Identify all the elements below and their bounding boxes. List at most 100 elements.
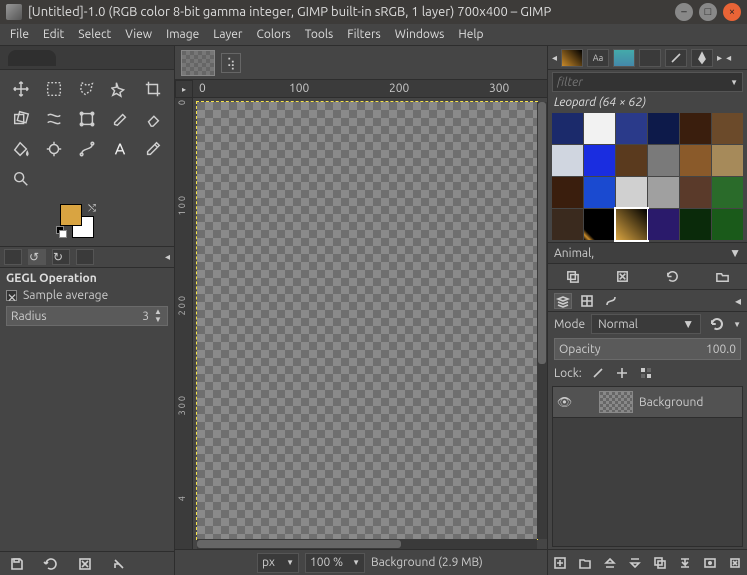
vertical-scrollbar[interactable]	[537, 102, 547, 539]
fonts-tab[interactable]: Aa	[587, 49, 609, 67]
opacity-slider[interactable]: Opacity 100.0	[554, 338, 741, 360]
gradients-tab[interactable]	[639, 49, 661, 67]
duplicate-layer-icon[interactable]	[651, 554, 669, 572]
filter-dropdown-icon[interactable]: ▼	[730, 78, 738, 87]
new-layer-icon[interactable]	[551, 554, 569, 572]
save-options-icon[interactable]	[8, 555, 26, 573]
refresh-patterns-icon[interactable]	[663, 268, 681, 286]
tool-eraser[interactable]	[139, 106, 168, 132]
tab-menu-icon[interactable]: ◂	[726, 52, 731, 64]
tool-smudge[interactable]	[39, 136, 68, 162]
tool-options-tab[interactable]	[4, 249, 22, 265]
delete-options-icon[interactable]	[76, 555, 94, 573]
mode-switch-icon[interactable]	[707, 314, 727, 334]
images-tab[interactable]	[76, 249, 94, 265]
tab-scroll-right[interactable]: ▸	[717, 52, 722, 64]
merge-layer-icon[interactable]	[676, 554, 694, 572]
swap-colors-icon[interactable]: ⤭	[88, 202, 96, 214]
foreground-color-swatch[interactable]	[60, 204, 82, 226]
tool-paintbrush[interactable]	[106, 106, 135, 132]
tool-paths[interactable]	[72, 136, 101, 162]
tool-color-picker[interactable]	[139, 136, 168, 162]
document-history-tab[interactable]	[613, 49, 635, 67]
layer-name[interactable]: Background	[639, 396, 703, 409]
menu-help[interactable]: Help	[458, 28, 483, 41]
pattern-swatch[interactable]	[552, 145, 583, 176]
channels-tab[interactable]	[578, 293, 596, 309]
horizontal-scrollbar[interactable]	[197, 539, 537, 549]
restore-options-icon[interactable]	[42, 555, 60, 573]
menu-windows[interactable]: Windows	[395, 28, 445, 41]
vertical-ruler[interactable]: 01 0 02 0 03 0 04	[175, 98, 193, 549]
reset-options-icon[interactable]	[110, 555, 128, 573]
pattern-filter-input[interactable]	[557, 76, 730, 89]
pattern-swatch[interactable]	[680, 113, 711, 144]
pattern-swatch[interactable]	[648, 209, 679, 240]
paths-tab[interactable]	[602, 293, 620, 309]
pattern-swatch[interactable]	[552, 209, 583, 240]
tool-free-select[interactable]	[72, 76, 101, 102]
new-layer-group-icon[interactable]	[576, 554, 594, 572]
unit-select[interactable]: px▼	[257, 553, 299, 573]
tab-scroll-left[interactable]: ◂	[552, 52, 557, 64]
canvas[interactable]	[197, 102, 537, 539]
open-pattern-folder-icon[interactable]	[713, 268, 731, 286]
pattern-swatch[interactable]	[712, 113, 743, 144]
pattern-swatch[interactable]	[552, 113, 583, 144]
pattern-swatch[interactable]	[584, 177, 615, 208]
layer-mode-select[interactable]: Normal ▼	[591, 314, 701, 334]
menu-tools[interactable]: Tools	[305, 28, 334, 41]
pattern-category-select[interactable]: Animal, ▼	[548, 242, 747, 264]
pattern-swatch[interactable]	[648, 145, 679, 176]
image-tab-close[interactable]: ⢵	[221, 53, 241, 73]
tab-menu-icon[interactable]: ◂	[165, 251, 170, 263]
pattern-swatch[interactable]	[616, 113, 647, 144]
tab-menu-icon[interactable]: ◂	[735, 294, 741, 308]
window-maximize-button[interactable]: □	[699, 3, 717, 21]
menu-select[interactable]: Select	[78, 28, 111, 41]
mask-layer-icon[interactable]	[701, 554, 719, 572]
pattern-swatch[interactable]	[616, 145, 647, 176]
lock-position-icon[interactable]	[614, 365, 630, 381]
layer-item[interactable]: 👁 Background	[553, 387, 742, 418]
radius-field[interactable]: Radius 3 ▲ ▼	[6, 306, 168, 326]
pattern-swatch[interactable]	[648, 113, 679, 144]
menu-edit[interactable]: Edit	[43, 28, 64, 41]
tool-warp[interactable]	[39, 106, 68, 132]
lock-pixels-icon[interactable]	[590, 365, 606, 381]
pattern-swatch[interactable]	[680, 209, 711, 240]
raise-layer-icon[interactable]	[601, 554, 619, 572]
chevron-down-icon[interactable]: ▼	[733, 320, 741, 329]
pattern-swatch[interactable]	[712, 177, 743, 208]
sample-average-checkbox[interactable]: ✕	[6, 290, 17, 301]
layers-tab[interactable]	[554, 293, 572, 309]
menu-view[interactable]: View	[125, 28, 152, 41]
lock-alpha-icon[interactable]	[638, 365, 654, 381]
window-close-button[interactable]: ×	[723, 3, 741, 21]
paint-dynamics-tab[interactable]	[691, 49, 713, 67]
pattern-swatch[interactable]	[712, 145, 743, 176]
lower-layer-icon[interactable]	[626, 554, 644, 572]
layer-thumbnail[interactable]	[599, 391, 633, 413]
delete-layer-icon[interactable]	[726, 554, 744, 572]
pattern-filter[interactable]: ▼	[552, 72, 743, 92]
pattern-swatch[interactable]	[616, 209, 647, 240]
ruler-origin[interactable]: ▸	[175, 80, 193, 98]
window-minimize-button[interactable]: –	[675, 3, 693, 21]
v-scroll-thumb[interactable]	[538, 102, 546, 364]
image-tab[interactable]	[181, 50, 215, 76]
tool-zoom[interactable]	[6, 166, 35, 192]
reset-colors-icon[interactable]	[56, 226, 66, 236]
tool-rotate[interactable]	[6, 106, 35, 132]
duplicate-pattern-icon[interactable]	[564, 268, 582, 286]
menu-file[interactable]: File	[10, 28, 29, 41]
pattern-swatch[interactable]	[680, 177, 711, 208]
tool-move[interactable]	[6, 76, 35, 102]
menu-colors[interactable]: Colors	[256, 28, 290, 41]
zoom-select[interactable]: 100 %▼	[305, 553, 365, 573]
menu-filters[interactable]: Filters	[347, 28, 380, 41]
pattern-swatch[interactable]	[648, 177, 679, 208]
delete-pattern-icon[interactable]	[614, 268, 632, 286]
tool-rect-select[interactable]	[39, 76, 68, 102]
brushes-tab[interactable]	[665, 49, 687, 67]
